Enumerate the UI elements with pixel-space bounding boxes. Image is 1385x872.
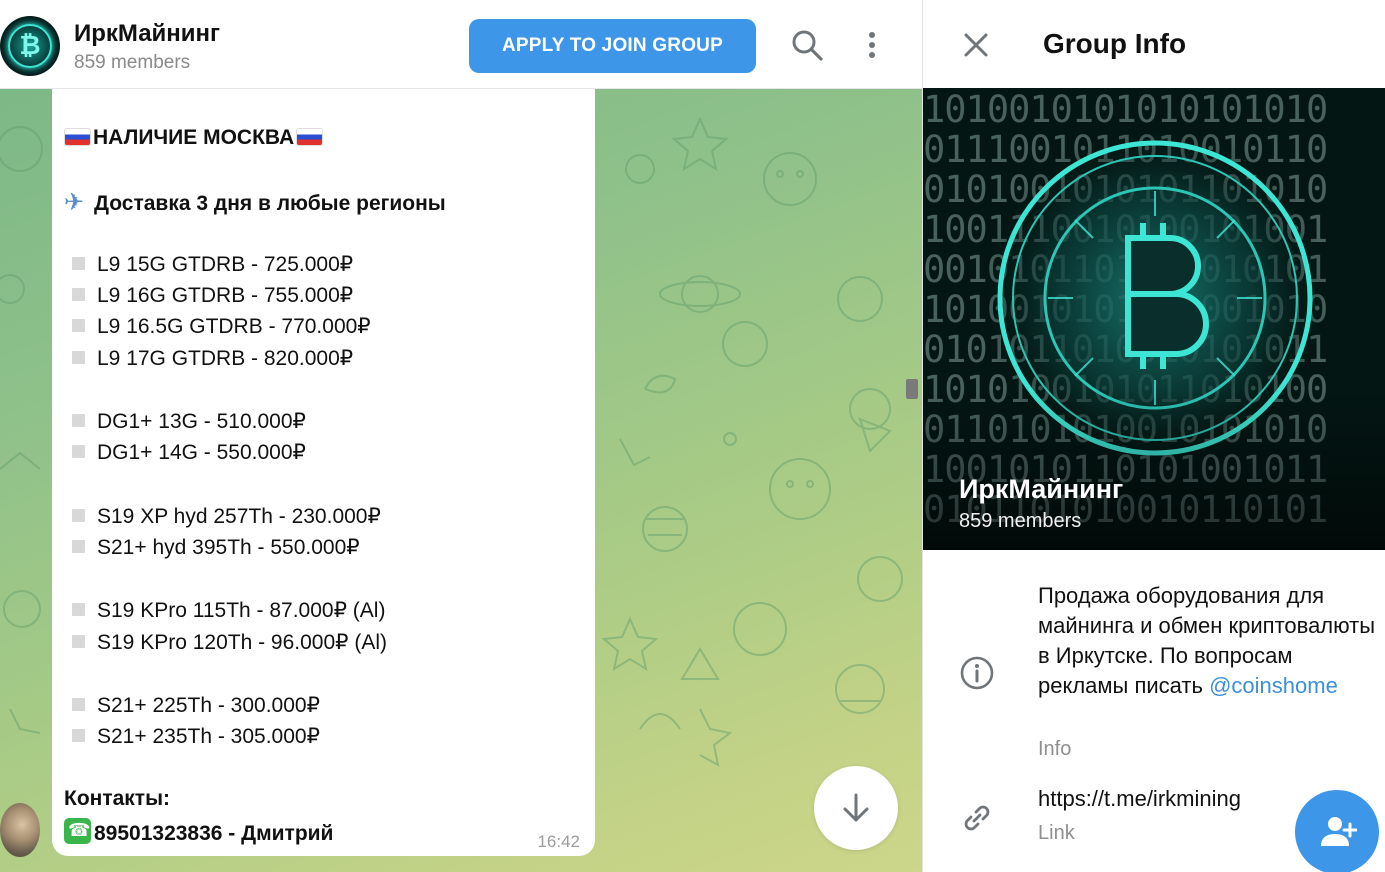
scroll-to-bottom-button[interactable] — [814, 766, 898, 850]
item-text: S19 XP hyd 257Th - 230.000₽ — [97, 505, 381, 528]
bullet-square-icon — [72, 319, 85, 332]
item-text: S21+ 225Th - 300.000₽ — [97, 694, 320, 717]
close-icon[interactable] — [959, 28, 993, 62]
list-item: S19 KPro 120Th - 96.000₽ (Al) — [64, 630, 387, 655]
group-description: Продажа оборудования для майнинга и обме… — [1038, 581, 1378, 701]
mention-link[interactable]: @coinshome — [1209, 673, 1338, 698]
bullet-square-icon — [72, 698, 85, 711]
list-item: S21+ 225Th - 300.000₽ — [64, 693, 320, 718]
phone-icon — [64, 818, 91, 844]
russia-flag-icon — [64, 128, 91, 146]
bullet-square-icon — [72, 635, 85, 648]
contact-text: 89501323836 - Дмитрий — [94, 822, 334, 845]
airplane-icon: ✈ — [64, 189, 85, 216]
list-item: L9 17G GTDRB - 820.000₽ — [64, 346, 353, 371]
list-item: DG1+ 13G - 510.000₽ — [64, 409, 306, 434]
group-members: 859 members — [959, 510, 1082, 532]
link-label: Link — [1038, 822, 1075, 844]
message-bubble[interactable]: НАЛИЧИЕ МОСКВА ✈ Доставка 3 дня в любые р… — [52, 76, 595, 856]
delivery-text: Доставка 3 дня в любые регионы — [94, 192, 446, 215]
more-vertical-icon[interactable] — [858, 28, 886, 62]
contacts-label: Контакты: — [64, 787, 171, 810]
bullet-square-icon — [72, 257, 85, 270]
group-name: ИркМайнинг — [959, 474, 1124, 504]
info-icon — [960, 656, 994, 690]
group-cover-image[interactable]: 1010010101010101010 0111001011010010110 … — [923, 88, 1385, 550]
item-text: DG1+ 13G - 510.000₽ — [97, 410, 306, 433]
message-title: НАЛИЧИЕ МОСКВА — [93, 126, 295, 149]
chat-title[interactable]: ИркМайнинг — [74, 20, 220, 48]
message-time: 16:42 — [537, 832, 580, 851]
bullet-square-icon — [72, 288, 85, 301]
member-count: 859 members — [74, 52, 191, 73]
list-item: S19 XP hyd 257Th - 230.000₽ — [64, 504, 381, 529]
link-icon — [964, 805, 990, 831]
bullet-square-icon — [72, 509, 85, 522]
item-text: S19 KPro 115Th - 87.000₽ (Al) — [97, 599, 386, 622]
chat-panel: ₿ ИркМайнинг 859 members APPLY TO JOIN G… — [0, 0, 922, 872]
bullet-square-icon — [72, 414, 85, 427]
contact-line: 89501323836 - Дмитрий — [64, 818, 333, 846]
add-member-button[interactable] — [1295, 790, 1379, 872]
item-text: L9 16G GTDRB - 755.000₽ — [97, 284, 354, 307]
list-item: S21+ hyd 395Th - 550.000₽ — [64, 535, 360, 560]
chat-header: ₿ ИркМайнинг 859 members APPLY TO JOIN G… — [0, 0, 922, 89]
info-title: Group Info — [1043, 28, 1187, 59]
bullet-square-icon — [72, 351, 85, 364]
add-user-icon — [1321, 817, 1357, 846]
item-text: S21+ 235Th - 305.000₽ — [97, 725, 320, 748]
list-item: L9 16.5G GTDRB - 770.000₽ — [64, 314, 371, 339]
list-item: S21+ 235Th - 305.000₽ — [64, 724, 320, 749]
sender-avatar[interactable] — [0, 803, 40, 857]
bullet-square-icon — [72, 445, 85, 458]
group-avatar[interactable]: ₿ — [0, 16, 60, 76]
info-header: Group Info — [923, 0, 1385, 88]
item-text: DG1+ 14G - 550.000₽ — [97, 441, 306, 464]
list-item: DG1+ 14G - 550.000₽ — [64, 440, 306, 465]
message-title-line: НАЛИЧИЕ МОСКВА — [64, 126, 325, 150]
russia-flag-icon — [296, 128, 324, 146]
bullet-square-icon — [72, 729, 85, 742]
bullet-square-icon — [72, 540, 85, 553]
list-item: L9 16G GTDRB - 755.000₽ — [64, 283, 353, 308]
item-text: S21+ hyd 395Th - 550.000₽ — [97, 536, 360, 559]
bitcoin-symbol: ₿ — [19, 31, 41, 61]
item-text: S19 KPro 120Th - 96.000₽ (Al) — [97, 631, 388, 654]
arrow-down-icon — [843, 793, 869, 822]
item-text: L9 15G GTDRB - 725.000₽ — [97, 253, 354, 276]
search-icon[interactable] — [790, 28, 824, 62]
list-item: S19 KPro 115Th - 87.000₽ (Al) — [64, 598, 385, 623]
info-label: Info — [1038, 738, 1072, 760]
item-text: L9 16.5G GTDRB - 770.000₽ — [97, 315, 371, 338]
item-text: L9 17G GTDRB - 820.000₽ — [97, 347, 354, 370]
group-link[interactable]: https://t.me/irkmining — [1038, 786, 1241, 812]
list-item: L9 15G GTDRB - 725.000₽ — [64, 252, 353, 277]
chat-scrollbar[interactable] — [906, 379, 918, 399]
group-info-panel: Group Info 1010010101010101010 011100101… — [922, 0, 1385, 872]
apply-to-join-button[interactable]: APPLY TO JOIN GROUP — [469, 19, 756, 73]
delivery-line: ✈ Доставка 3 дня в любые регионы — [64, 188, 446, 217]
bullet-square-icon — [72, 603, 85, 616]
